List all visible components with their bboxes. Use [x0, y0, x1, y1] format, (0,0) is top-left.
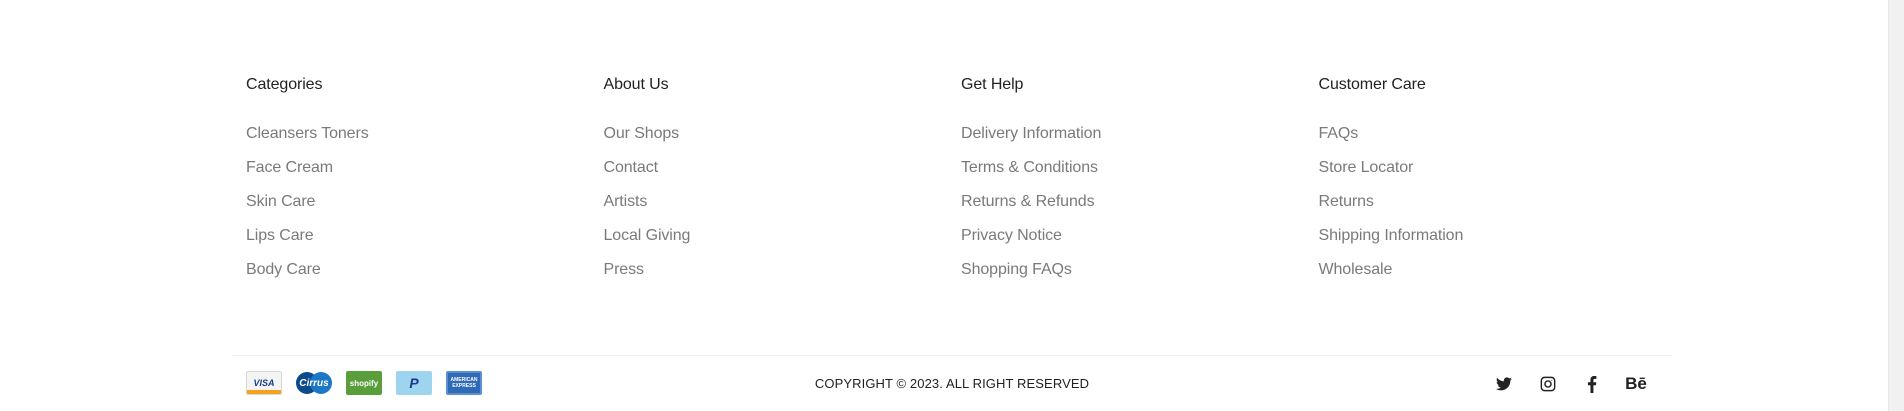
link-list: FAQs Store Locator Returns Shipping Info… — [1319, 117, 1677, 287]
column-title: Get Help — [961, 76, 1024, 93]
footer-link-press[interactable]: Press — [604, 261, 645, 278]
footer-link-privacy-notice[interactable]: Privacy Notice — [961, 227, 1062, 244]
footer-link-wholesale[interactable]: Wholesale — [1319, 261, 1393, 278]
footer-column-about-us: About Us Our Shops Contact Artists Local… — [604, 75, 962, 287]
link-list: Delivery Information Terms & Conditions … — [961, 117, 1319, 287]
footer-columns: Categories Cleansers Toners Face Cream S… — [246, 75, 1676, 287]
column-title: Customer Care — [1318, 76, 1426, 93]
link-list: Our Shops Contact Artists Local Giving P… — [604, 117, 962, 287]
link-list: Cleansers Toners Face Cream Skin Care Li… — [246, 117, 604, 287]
footer-link-terms-conditions[interactable]: Terms & Conditions — [961, 159, 1098, 176]
page-scrollbar[interactable] — [1888, 0, 1904, 411]
footer-column-customer-care: Customer Care FAQs Store Locator Returns… — [1319, 75, 1677, 287]
footer-link-face-cream[interactable]: Face Cream — [246, 159, 333, 176]
footer-link-local-giving[interactable]: Local Giving — [604, 227, 691, 244]
footer-divider — [232, 355, 1672, 356]
footer-link-store-locator[interactable]: Store Locator — [1319, 159, 1414, 176]
footer-link-artists[interactable]: Artists — [604, 193, 648, 210]
instagram-icon — [1540, 376, 1556, 392]
behance-link[interactable]: Bē — [1614, 371, 1658, 397]
footer-link-skin-care[interactable]: Skin Care — [246, 193, 315, 210]
facebook-link[interactable] — [1570, 371, 1614, 397]
copyright-text: COPYRIGHT © 2023. ALL RIGHT RESERVED — [814, 376, 1090, 391]
footer-link-our-shops[interactable]: Our Shops — [604, 125, 680, 142]
footer-link-shipping-information[interactable]: Shipping Information — [1319, 227, 1464, 244]
footer-column-categories: Categories Cleansers Toners Face Cream S… — [246, 75, 604, 287]
footer-link-shopping-faqs[interactable]: Shopping FAQs — [961, 261, 1072, 278]
facebook-icon — [1587, 375, 1597, 393]
footer-column-get-help: Get Help Delivery Information Terms & Co… — [961, 75, 1319, 287]
footer-link-returns-refunds[interactable]: Returns & Refunds — [961, 193, 1095, 210]
social-links: Bē — [1482, 371, 1658, 397]
footer-link-faqs[interactable]: FAQs — [1319, 125, 1359, 142]
footer-link-contact[interactable]: Contact — [604, 159, 659, 176]
site-footer: Categories Cleansers Toners Face Cream S… — [0, 0, 1889, 411]
cirrus-label: Cirrus — [299, 377, 329, 389]
footer-link-lips-care[interactable]: Lips Care — [246, 227, 314, 244]
footer-link-delivery-information[interactable]: Delivery Information — [961, 125, 1101, 142]
behance-icon: Bē — [1625, 374, 1647, 393]
footer-bottom-bar: VISA Cirrus shopify P AMERICAN EXPRESS C… — [246, 371, 1658, 397]
column-title: Categories — [246, 76, 323, 93]
footer-link-cleansers-toners[interactable]: Cleansers Toners — [246, 125, 369, 142]
footer-link-returns[interactable]: Returns — [1319, 193, 1374, 210]
twitter-icon — [1496, 377, 1512, 391]
column-title: About Us — [603, 76, 669, 93]
twitter-link[interactable] — [1482, 371, 1526, 397]
instagram-link[interactable] — [1526, 371, 1570, 397]
footer-link-body-care[interactable]: Body Care — [246, 261, 321, 278]
